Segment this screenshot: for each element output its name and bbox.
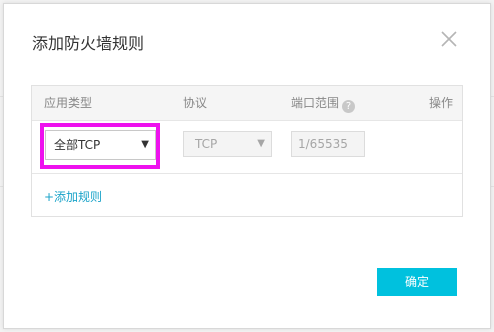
app-type-select[interactable]: 全部TCP ▼ <box>45 130 156 160</box>
close-button[interactable] <box>438 28 460 50</box>
add-firewall-rule-dialog: 添加防火墙规则 应用类型 协议 端口范围? 操作 全部TCP ▼ TCP ▼ 1… <box>3 3 491 329</box>
help-icon[interactable]: ? <box>342 100 356 113</box>
protocol-selected-value: TCP <box>195 137 218 151</box>
firewall-rules-table: 应用类型 协议 端口范围? 操作 全部TCP ▼ TCP ▼ 1/65535 +… <box>31 85 463 217</box>
column-header-protocol: 协议 <box>183 96 208 110</box>
add-rule-link[interactable]: +添加规则 <box>44 190 102 204</box>
close-icon <box>441 31 457 47</box>
column-header-action: 操作 <box>428 96 453 110</box>
dialog-title: 添加防火墙规则 <box>32 34 145 53</box>
port-range-header-label: 端口范围 <box>291 96 340 110</box>
port-range-input: 1/65535 <box>291 131 365 157</box>
app-type-selected-value: 全部TCP <box>54 138 101 152</box>
column-header-app-type: 应用类型 <box>44 96 93 110</box>
table-row: 全部TCP ▼ TCP ▼ 1/65535 <box>32 121 462 174</box>
table-header: 应用类型 协议 端口范围? 操作 <box>32 86 462 121</box>
confirm-button[interactable]: 确定 <box>377 268 457 296</box>
protocol-select: TCP ▼ <box>183 131 272 157</box>
chevron-down-icon: ▼ <box>141 139 149 150</box>
chevron-down-icon: ▼ <box>257 138 265 149</box>
column-header-port-range: 端口范围? <box>291 96 356 113</box>
